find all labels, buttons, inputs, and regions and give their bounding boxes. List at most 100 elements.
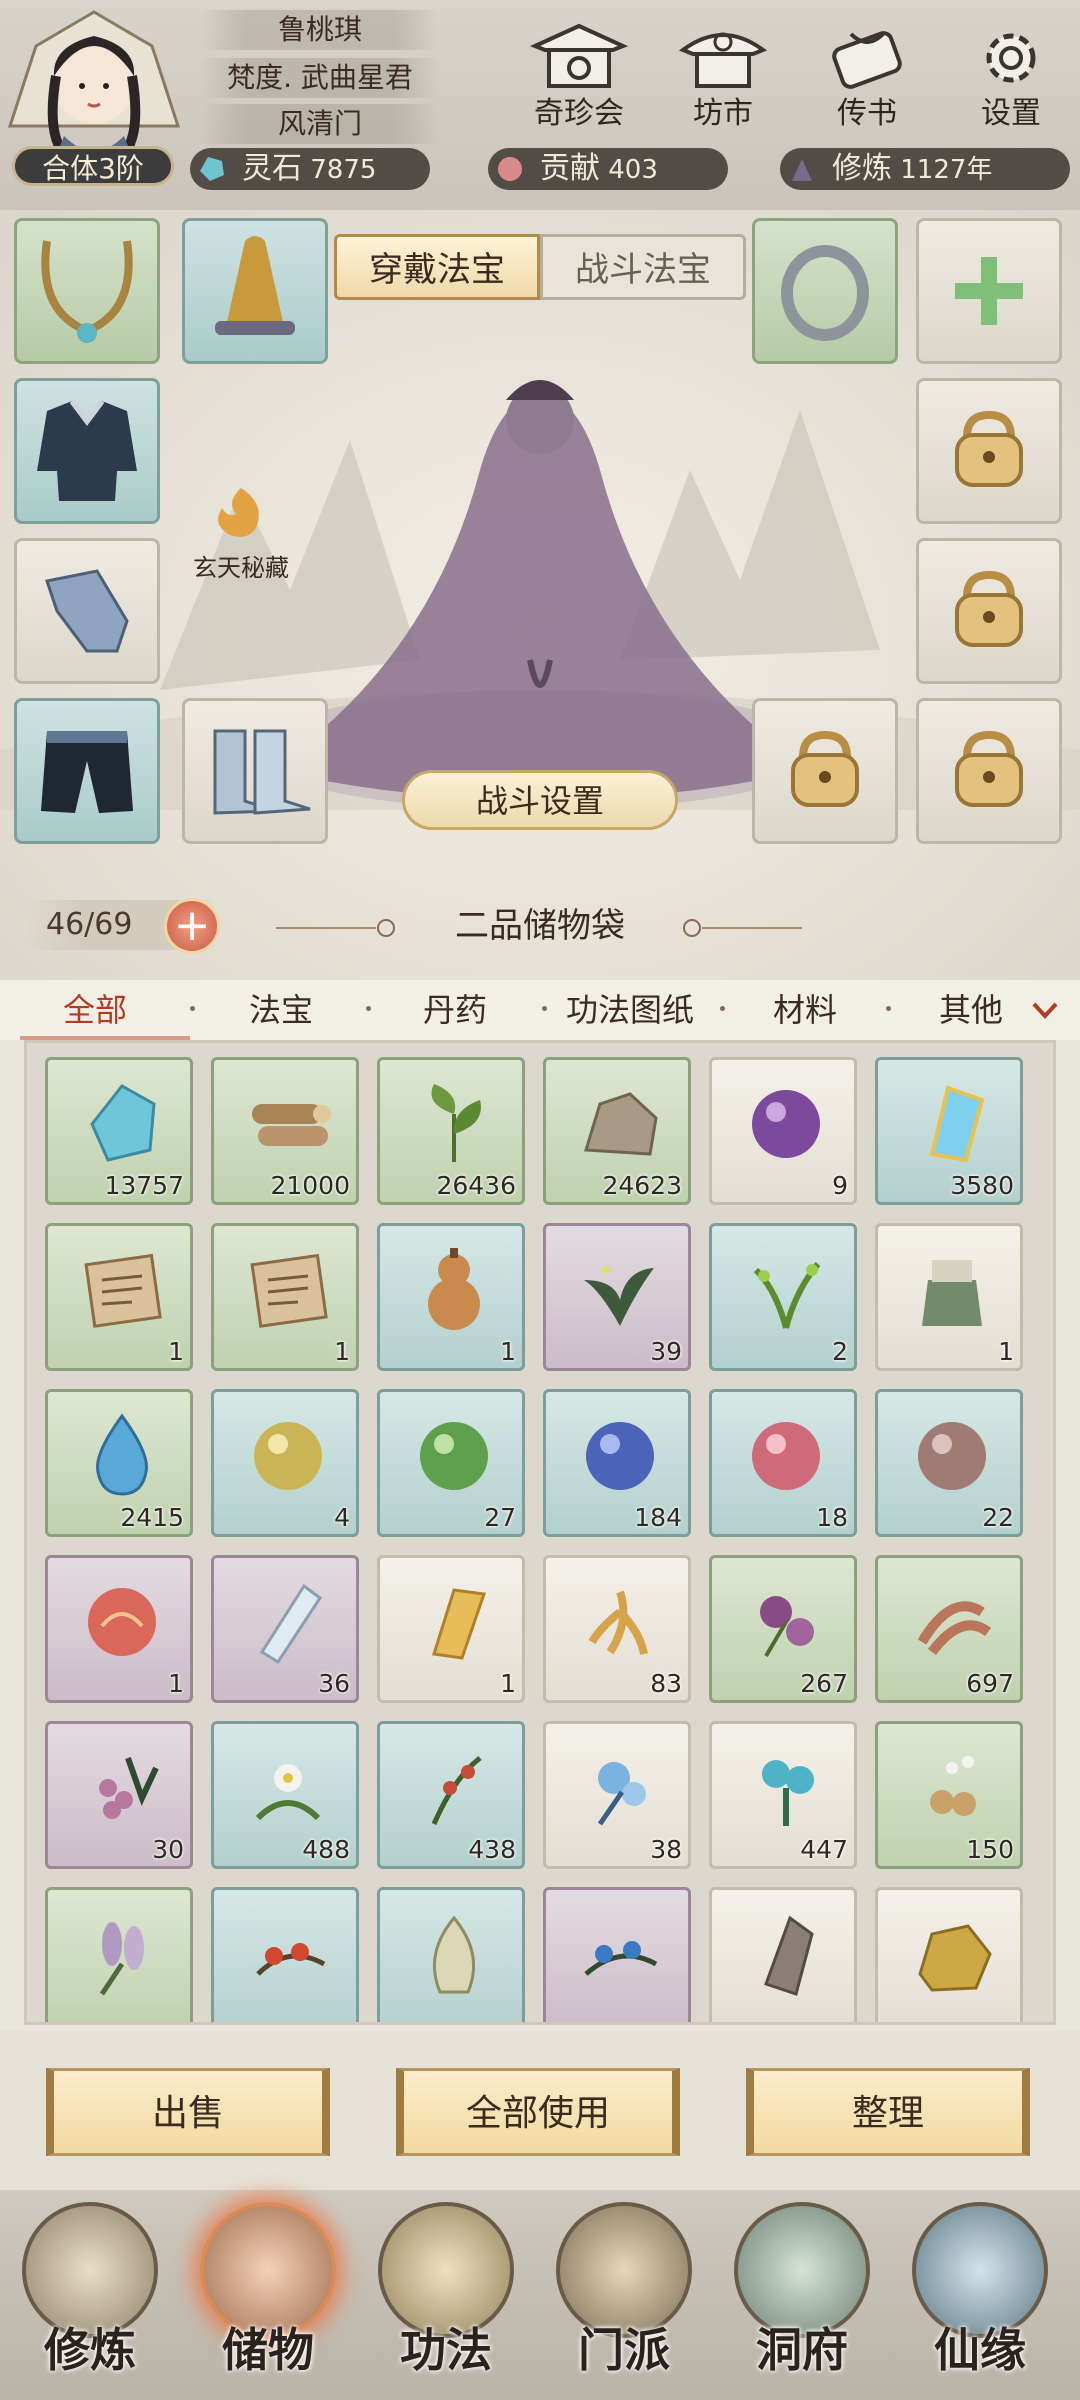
blue-orb-icon xyxy=(586,1422,654,1490)
spirit-stone-counter: 灵石 7875 xyxy=(190,148,430,190)
cyan-flower-icon xyxy=(762,1760,814,1826)
market-button[interactable]: 坊市 xyxy=(668,20,778,131)
tab-battle-treasure[interactable]: 战斗法宝 xyxy=(540,234,746,300)
inventory-item[interactable]: 1 xyxy=(45,1555,193,1703)
market-label: 坊市 xyxy=(693,96,753,131)
tab-treasure[interactable]: 法宝 xyxy=(216,980,346,1040)
inventory-item[interactable]: 184 xyxy=(543,1389,691,1537)
slot-add[interactable] xyxy=(916,218,1062,364)
pants-icon xyxy=(41,731,133,813)
tab-worn-treasure[interactable]: 穿戴法宝 xyxy=(334,234,540,300)
tab-all[interactable]: 全部 xyxy=(30,980,160,1040)
inventory-item[interactable]: 1 xyxy=(45,1223,193,1371)
letter-button[interactable]: 传书 xyxy=(812,20,922,131)
inventory-item[interactable] xyxy=(709,1887,857,2022)
tab-material[interactable]: 材料 xyxy=(740,980,870,1040)
inventory-item[interactable]: 1 xyxy=(377,1223,525,1371)
use-all-button[interactable]: 全部使用 xyxy=(396,2068,680,2156)
chevron-down-icon[interactable] xyxy=(1030,998,1060,1022)
nav-cultivate-label: 修炼 xyxy=(44,2323,136,2377)
slot-hat[interactable] xyxy=(182,218,328,364)
inventory-item[interactable]: 26436 xyxy=(377,1057,525,1205)
nav-cultivate[interactable]: 修炼 xyxy=(10,2202,170,2392)
inventory-item[interactable]: 447 xyxy=(709,1721,857,1869)
inventory-item[interactable] xyxy=(543,1887,691,2022)
gourd-icon xyxy=(428,1248,480,1330)
inventory-item[interactable]: 438 xyxy=(377,1721,525,1869)
inventory-item[interactable]: 21000 xyxy=(211,1057,359,1205)
slot-gauntlet[interactable] xyxy=(14,538,160,684)
fight-setting-button[interactable]: 战斗设置 xyxy=(402,770,678,830)
tab-pill[interactable]: 丹药 xyxy=(390,980,520,1040)
item-quantity: 22 xyxy=(982,1503,1014,1532)
scroll-map-icon xyxy=(250,1253,328,1328)
green-orb-icon xyxy=(420,1422,488,1490)
treasure-pavilion-button[interactable]: 奇珍会 xyxy=(524,20,634,131)
equipment-panel: 玄天秘藏 穿戴法宝 战斗法宝 战斗设置 46/69 + 二品储物袋 xyxy=(0,210,1080,980)
inventory-item[interactable]: 13757 xyxy=(45,1057,193,1205)
tab-technique-blueprint[interactable]: 功法图纸 xyxy=(550,980,710,1040)
expand-bag-button[interactable]: + xyxy=(164,898,220,954)
item-quantity: 24623 xyxy=(602,1171,682,1200)
berry-plant-icon xyxy=(99,1757,159,1819)
inventory-item[interactable]: 83 xyxy=(543,1555,691,1703)
item-quantity: 150 xyxy=(966,1835,1014,1864)
settings-button[interactable]: 设置 xyxy=(956,20,1066,131)
inventory-item[interactable]: 2415 xyxy=(45,1389,193,1537)
yellow-orb-icon xyxy=(254,1422,322,1490)
inventory-grid[interactable]: 13757 21000 26436 24623 9 3580 1 1 1 39 2 1 2415 4 27 1… xyxy=(24,1040,1056,2025)
inventory-item[interactable]: 488 xyxy=(211,1721,359,1869)
nav-technique[interactable]: 功法 xyxy=(366,2202,526,2392)
item-quantity: 4 xyxy=(334,1503,350,1532)
inventory-item[interactable]: 18 xyxy=(709,1389,857,1537)
sell-button[interactable]: 出售 xyxy=(46,2068,330,2156)
slot-locked-4[interactable] xyxy=(916,698,1062,844)
inventory-item[interactable]: 39 xyxy=(543,1223,691,1371)
item-quantity: 697 xyxy=(966,1669,1014,1698)
red-berry-herb-icon xyxy=(431,1756,482,1825)
inventory-item[interactable]: 4 xyxy=(211,1389,359,1537)
inventory-item[interactable]: 150 xyxy=(875,1721,1023,1869)
inventory-item[interactable]: 697 xyxy=(875,1555,1023,1703)
inventory-item[interactable] xyxy=(45,1887,193,2022)
inventory-item[interactable]: 22 xyxy=(875,1389,1023,1537)
inventory-item[interactable]: 27 xyxy=(377,1389,525,1537)
spirit-stone-label: 灵石 xyxy=(242,151,302,186)
inventory-item[interactable]: 267 xyxy=(709,1555,857,1703)
inventory-item[interactable]: 2 xyxy=(709,1223,857,1371)
inventory-item[interactable]: 38 xyxy=(543,1721,691,1869)
slot-boots[interactable] xyxy=(182,698,328,844)
inventory-item[interactable] xyxy=(211,1887,359,2022)
nav-cave[interactable]: 洞府 xyxy=(722,2202,882,2392)
inventory-item[interactable]: 9 xyxy=(709,1057,857,1205)
inventory-item[interactable] xyxy=(377,1887,525,2022)
inventory-item[interactable]: 30 xyxy=(45,1721,193,1869)
dark-herb-icon xyxy=(584,1266,654,1326)
slot-necklace[interactable] xyxy=(14,218,160,364)
inventory-item[interactable]: 3580 xyxy=(875,1057,1023,1205)
slot-robe[interactable] xyxy=(14,378,160,524)
slot-locked-3[interactable] xyxy=(752,698,898,844)
slot-locked-2[interactable] xyxy=(916,538,1062,684)
inventory-item[interactable]: 24623 xyxy=(543,1057,691,1205)
nav-storage[interactable]: 储物 xyxy=(188,2202,348,2392)
sort-button[interactable]: 整理 xyxy=(746,2068,1030,2156)
inventory-item[interactable]: 1 xyxy=(875,1223,1023,1371)
slot-pants[interactable] xyxy=(14,698,160,844)
inventory-item[interactable] xyxy=(875,1887,1023,2022)
nav-sect[interactable]: 门派 xyxy=(544,2202,704,2392)
slot-locked-1[interactable] xyxy=(916,378,1062,524)
slot-ring[interactable] xyxy=(752,218,898,364)
inventory-item[interactable]: 1 xyxy=(211,1223,359,1371)
secret-treasure-button[interactable]: 玄天秘藏 xyxy=(176,484,306,594)
item-quantity: 1 xyxy=(500,1337,516,1366)
ginseng-root-icon xyxy=(588,1590,648,1655)
tab-other[interactable]: 其他 xyxy=(906,980,1036,1040)
purple-flower-icon xyxy=(760,1596,814,1658)
flame-swirl-icon xyxy=(218,488,259,537)
inventory-item[interactable]: 1 xyxy=(377,1555,525,1703)
nav-immortal-fate[interactable]: 仙缘 xyxy=(900,2202,1060,2392)
player-name: 鲁桃琪 xyxy=(200,10,440,50)
inventory-item[interactable]: 36 xyxy=(211,1555,359,1703)
herb-leaf-icon xyxy=(431,1084,481,1162)
